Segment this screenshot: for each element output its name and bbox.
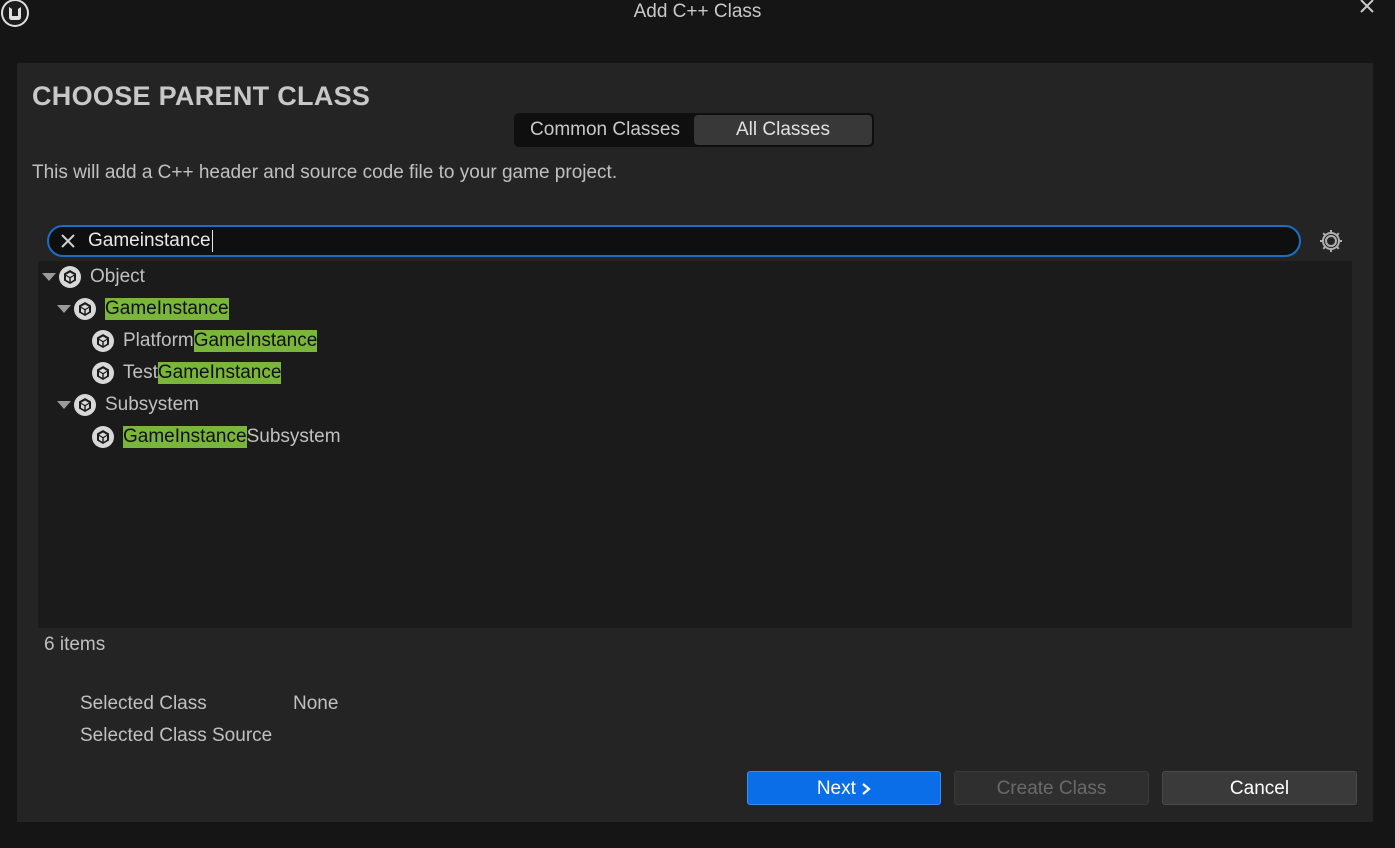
class-icon bbox=[92, 330, 114, 352]
tree-label-match: GameInstance bbox=[123, 426, 247, 448]
tree-label-match: GameInstance bbox=[157, 362, 282, 384]
tree-label-post: Object bbox=[90, 266, 145, 287]
tree-label-pre: Platform bbox=[123, 330, 194, 351]
class-filter-toggle: Common Classes All Classes bbox=[514, 113, 874, 147]
class-icon bbox=[92, 426, 114, 448]
search-value: Gameinstance bbox=[88, 230, 213, 252]
class-tree: Object GameInstance Platform GameInstance bbox=[38, 261, 1352, 628]
tree-label-pre: Test bbox=[123, 362, 158, 383]
description-text: This will add a C++ header and source co… bbox=[32, 162, 618, 183]
tree-label-match: GameInstance bbox=[105, 298, 229, 320]
selected-class-label: Selected Class bbox=[80, 693, 207, 714]
tree-row-subsystem[interactable]: Subsystem bbox=[57, 391, 199, 419]
tree-label-post: Subsystem bbox=[105, 394, 199, 415]
window-title: Add C++ Class bbox=[633, 1, 762, 22]
page-title: CHOOSE PARENT CLASS bbox=[32, 81, 371, 111]
chevron-right-icon bbox=[862, 783, 871, 795]
tree-label-post: Subsystem bbox=[246, 426, 341, 447]
clear-search-icon[interactable] bbox=[58, 231, 78, 251]
expand-arrow-icon[interactable] bbox=[42, 272, 56, 282]
class-icon bbox=[74, 298, 96, 320]
search-input[interactable]: Gameinstance bbox=[47, 225, 1301, 257]
next-button-label: Next bbox=[816, 778, 856, 799]
expand-arrow-icon[interactable] bbox=[57, 304, 71, 314]
cancel-button[interactable]: Cancel bbox=[1162, 771, 1357, 805]
close-icon[interactable] bbox=[1357, 0, 1377, 16]
tree-row-platformgameinstance[interactable]: Platform GameInstance bbox=[91, 327, 318, 355]
class-icon bbox=[74, 394, 96, 416]
settings-gear-icon[interactable] bbox=[1318, 228, 1344, 254]
dialog-panel: CHOOSE PARENT CLASS Common Classes All C… bbox=[17, 63, 1373, 822]
tree-row-gameinstancesubsystem[interactable]: GameInstance Subsystem bbox=[91, 423, 341, 451]
items-count: 6 items bbox=[44, 634, 106, 655]
class-icon bbox=[59, 266, 81, 288]
tab-all-classes[interactable]: All Classes bbox=[694, 115, 872, 145]
tree-row-testgameinstance[interactable]: Test GameInstance bbox=[91, 359, 282, 387]
title-bar: Add C++ Class bbox=[0, 0, 1395, 40]
expand-arrow-icon[interactable] bbox=[57, 400, 71, 410]
next-button[interactable]: Next bbox=[747, 771, 941, 805]
tree-row-object[interactable]: Object bbox=[42, 263, 145, 291]
tree-label-match: GameInstance bbox=[193, 330, 318, 352]
tab-common-classes[interactable]: Common Classes bbox=[516, 115, 694, 145]
selected-class-value: None bbox=[293, 693, 339, 714]
class-icon bbox=[92, 362, 114, 384]
tree-row-gameinstance[interactable]: GameInstance bbox=[57, 295, 229, 323]
selected-class-source-label: Selected Class Source bbox=[80, 725, 273, 746]
create-class-button[interactable]: Create Class bbox=[954, 771, 1149, 805]
